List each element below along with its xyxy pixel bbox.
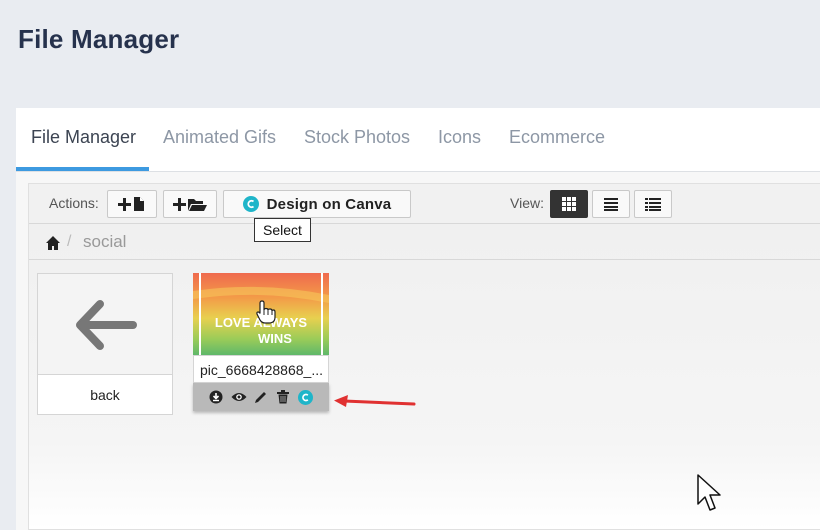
back-arrow-icon: [76, 300, 137, 350]
download-icon[interactable]: [208, 389, 224, 405]
hand-pointer-cursor-icon: [256, 300, 276, 324]
mouse-pointer-icon: [697, 474, 721, 511]
tab-stock-photos[interactable]: Stock Photos: [304, 108, 410, 172]
list-view-button[interactable]: [592, 190, 630, 218]
file-tile[interactable]: LOVE ALWAYS WINS pic_6668428868_...: [193, 273, 329, 415]
preview-eye-icon[interactable]: [231, 389, 247, 405]
detail-view-icon: [645, 198, 661, 211]
breadcrumb: / social: [29, 225, 820, 260]
breadcrumb-current-folder: social: [83, 232, 127, 251]
new-file-button[interactable]: [107, 190, 157, 218]
tab-animated-gifs[interactable]: Animated Gifs: [163, 108, 276, 172]
grid-view-button[interactable]: [550, 190, 588, 218]
toolbar: Actions: Design on Canva View:: [29, 184, 820, 224]
back-tile[interactable]: back: [37, 273, 173, 415]
edit-pencil-icon[interactable]: [253, 389, 269, 405]
actions-label: Actions:: [49, 195, 99, 211]
tab-bar: File Manager Animated Gifs Stock Photos …: [16, 108, 820, 172]
canva-button-label: Design on Canva: [266, 195, 392, 213]
new-folder-button[interactable]: [163, 190, 217, 218]
list-view-icon: [604, 198, 618, 211]
canva-logo-icon: [242, 196, 259, 212]
file-action-bar: [193, 383, 329, 411]
plus-file-icon: [118, 197, 144, 211]
file-name: pic_6668428868_...: [193, 355, 329, 383]
file-manager-panel: File Manager Animated Gifs Stock Photos …: [16, 108, 820, 530]
home-icon[interactable]: [45, 235, 61, 251]
tab-icons[interactable]: Icons: [438, 108, 481, 172]
back-thumbnail[interactable]: [38, 274, 172, 375]
tab-file-manager[interactable]: File Manager: [31, 108, 136, 172]
active-tab-indicator: [16, 167, 149, 171]
grid-view-icon: [562, 197, 576, 211]
canva-icon[interactable]: [298, 389, 314, 405]
plus-folder-icon: [173, 198, 207, 211]
select-tooltip: Select: [254, 218, 311, 242]
annotation-arrow-icon: [334, 395, 416, 407]
back-label: back: [90, 387, 120, 403]
design-on-canva-button[interactable]: Design on Canva: [223, 190, 411, 218]
delete-trash-icon[interactable]: [275, 389, 291, 405]
page-title: File Manager: [18, 24, 180, 54]
thumbnail-text-line-2: WINS: [258, 331, 292, 346]
breadcrumb-separator: /: [67, 233, 72, 250]
tab-ecommerce[interactable]: Ecommerce: [509, 108, 605, 172]
view-label: View:: [510, 195, 544, 211]
detail-view-button[interactable]: [634, 190, 672, 218]
